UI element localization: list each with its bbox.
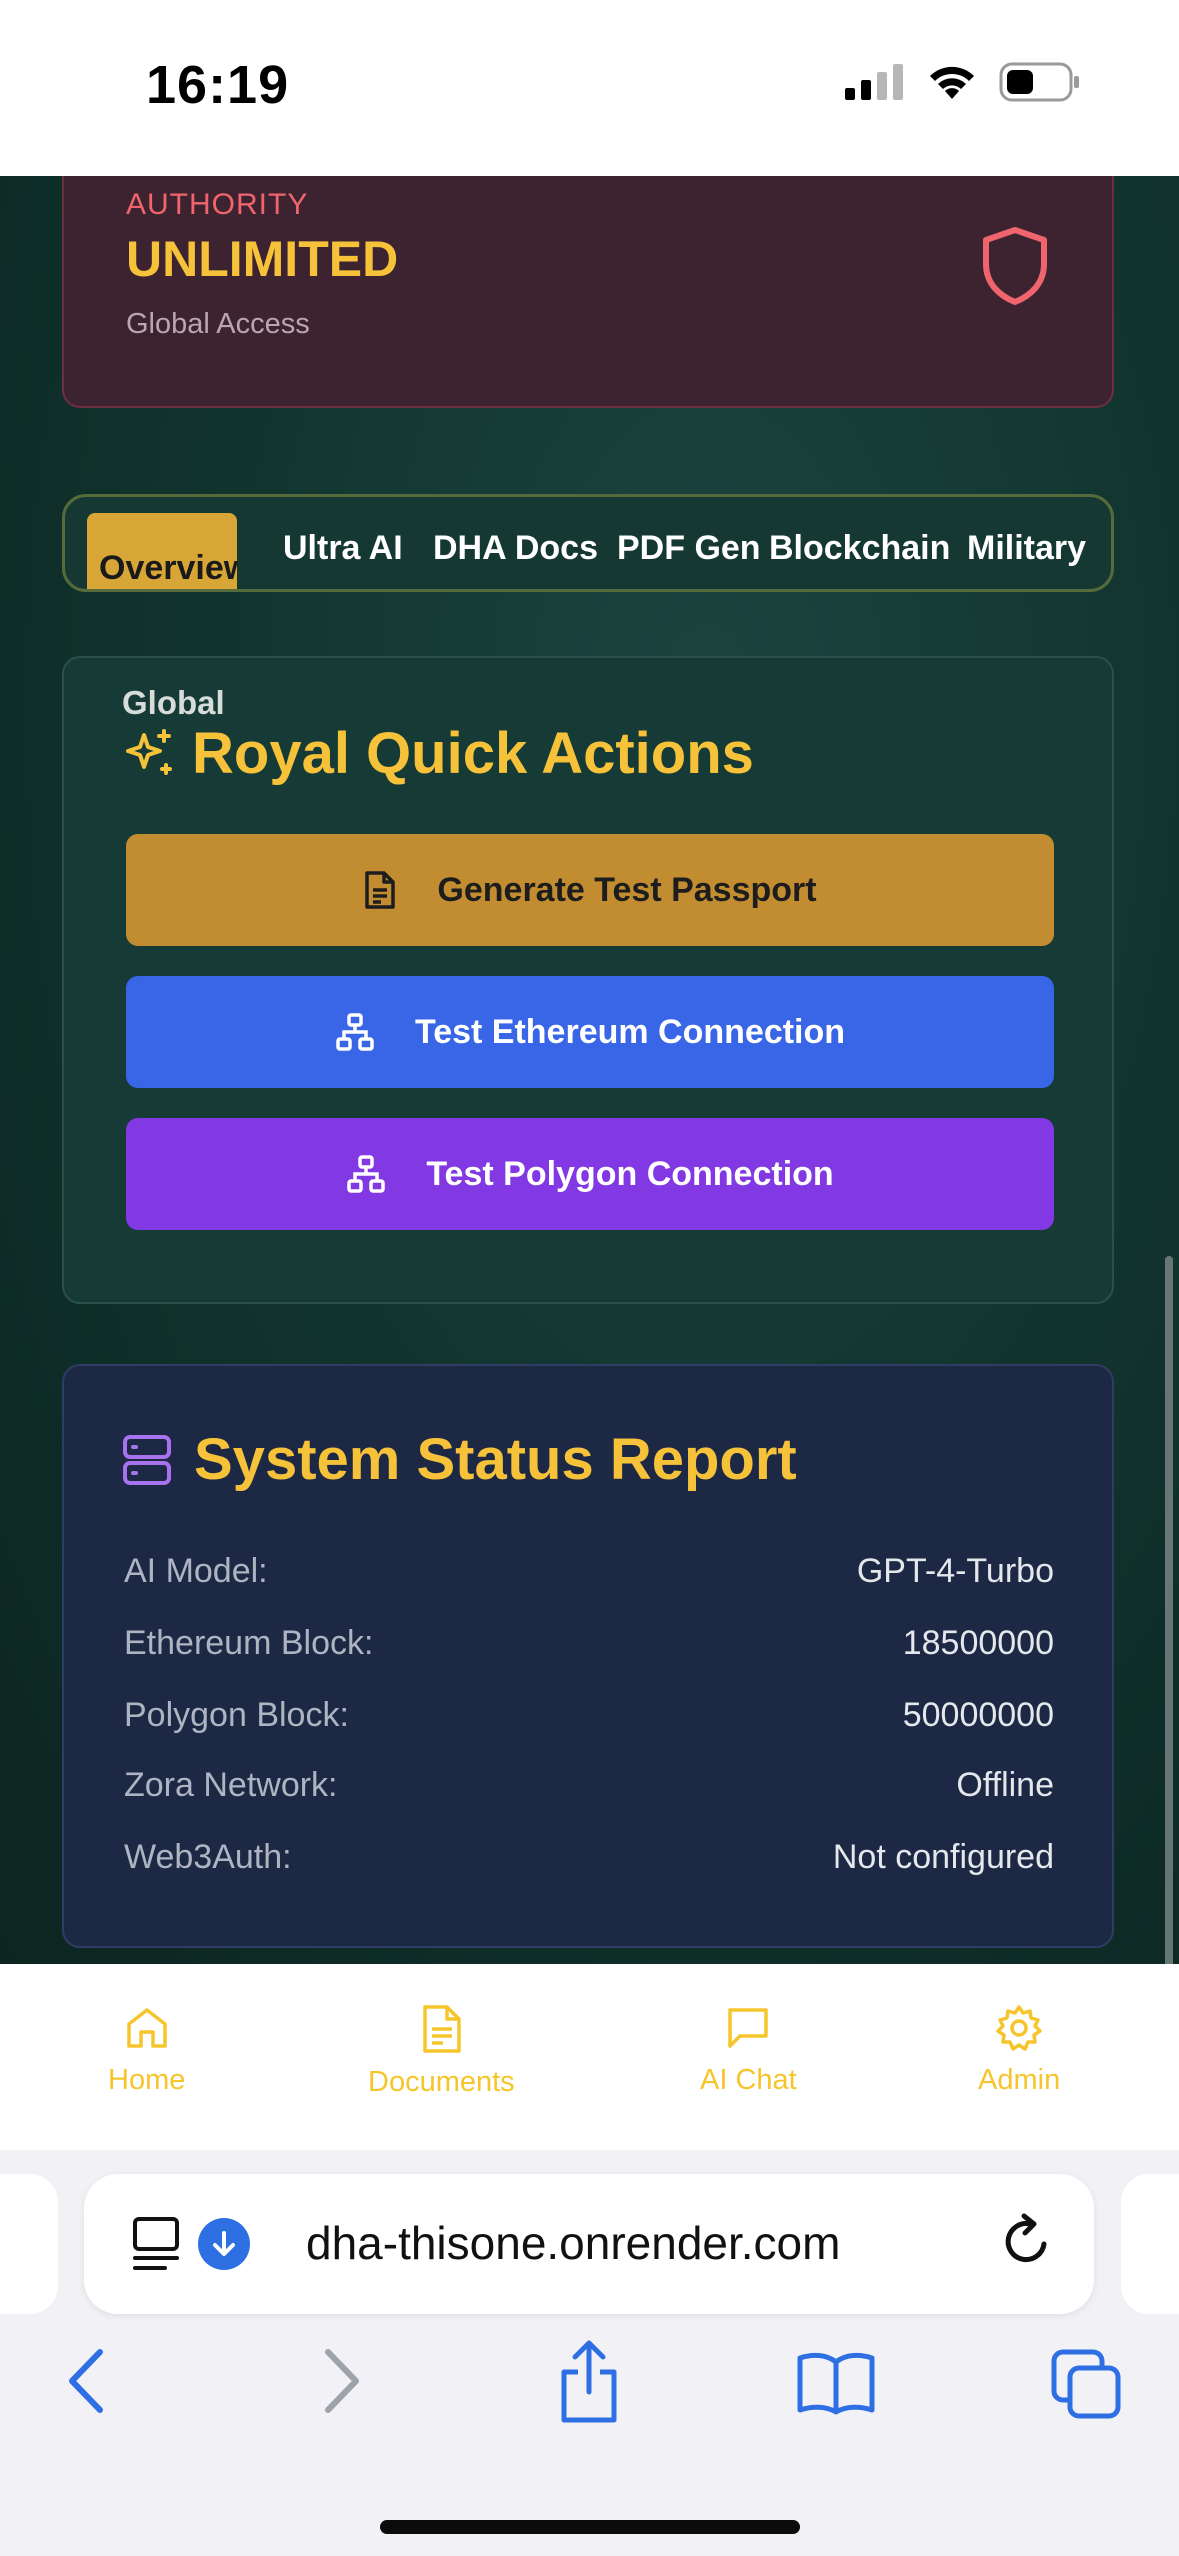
sparkles-icon	[126, 728, 172, 775]
status-value: 18500000	[902, 1624, 1054, 1662]
status-label: Ethereum Block:	[124, 1624, 374, 1662]
browser-chrome: dha-thisone.onrender.com	[0, 2150, 1179, 2556]
system-status-card: System Status Report AI Model: GPT-4-Tur…	[62, 1364, 1114, 1948]
status-value: 50000000	[902, 1696, 1054, 1734]
document-icon	[365, 871, 396, 909]
nav-home-label: Home	[108, 2064, 186, 2096]
server-icon	[123, 1434, 171, 1485]
nav-ai-chat-label: AI Chat	[700, 2064, 797, 2096]
download-icon[interactable]	[198, 2218, 250, 2270]
quick-actions-title: Royal Quick Actions	[192, 721, 754, 786]
status-value: Not configured	[832, 1838, 1054, 1876]
status-row-polygon-block: Polygon Block: 50000000	[124, 1696, 1054, 1735]
network-icon	[336, 1013, 374, 1051]
url-text[interactable]: dha-thisone.onrender.com	[306, 2216, 840, 2270]
reload-icon[interactable]	[1000, 2212, 1056, 2272]
status-row-ethereum-block: Ethereum Block: 18500000	[124, 1624, 1054, 1663]
status-time: 16:19	[146, 55, 290, 115]
status-label: AI Model:	[124, 1552, 268, 1590]
tab-dha-docs[interactable]: DHA Docs	[433, 529, 598, 568]
tab-bar[interactable]: Overview Ultra AI DHA Docs PDF Gen Block…	[62, 494, 1114, 592]
gear-icon	[996, 2005, 1042, 2051]
battery-icon	[999, 62, 1079, 102]
generate-passport-button[interactable]: Generate Test Passport	[126, 834, 1054, 946]
test-polygon-label: Test Polygon Connection	[426, 1154, 834, 1193]
nav-documents-label: Documents	[368, 2066, 515, 2098]
status-icons	[845, 62, 1081, 102]
scrollbar[interactable]	[1165, 1256, 1173, 1964]
next-tab-preview[interactable]	[1121, 2174, 1179, 2314]
home-icon	[126, 2008, 167, 2048]
tab-ultra-ai[interactable]: Ultra AI	[283, 529, 403, 568]
document-icon	[423, 2005, 462, 2053]
tab-blockchain[interactable]: Blockchain	[769, 529, 950, 568]
signal-icon	[845, 64, 903, 100]
quick-actions-heading: Royal Quick Actions	[122, 720, 754, 787]
authority-label: AUTHORITY	[126, 188, 309, 221]
status-label: Web3Auth:	[124, 1838, 292, 1876]
status-row-ai-model: AI Model: GPT-4-Turbo	[124, 1552, 1054, 1591]
system-status-title: System Status Report	[194, 1427, 797, 1492]
tabs-icon[interactable]	[1050, 2348, 1124, 2420]
share-icon[interactable]	[556, 2338, 622, 2424]
forward-icon[interactable]	[320, 2346, 364, 2416]
nav-admin-label: Admin	[978, 2064, 1061, 2096]
tab-pdf-gen[interactable]: PDF Gen	[617, 529, 761, 568]
status-row-web3auth: Web3Auth: Not configured	[124, 1838, 1054, 1877]
previous-tab-preview[interactable]	[0, 2174, 58, 2314]
quick-actions-card: Global Royal Quick Actions Generate Test…	[62, 656, 1114, 1304]
back-icon[interactable]	[64, 2346, 108, 2416]
tab-military[interactable]: Military	[967, 529, 1086, 568]
generate-passport-label: Generate Test Passport	[437, 870, 817, 909]
test-polygon-button[interactable]: Test Polygon Connection	[126, 1118, 1054, 1230]
authority-card: AUTHORITY UNLIMITED Global Access	[62, 176, 1114, 408]
shield-icon	[983, 227, 1047, 305]
nav-documents[interactable]: Documents	[368, 2004, 515, 2099]
status-label: Polygon Block:	[124, 1696, 349, 1734]
chat-icon	[728, 2008, 769, 2048]
address-bar[interactable]: dha-thisone.onrender.com	[84, 2174, 1094, 2314]
system-status-heading: System Status Report	[122, 1426, 797, 1493]
bottom-nav: Home Documents AI Chat Admin	[0, 1964, 1179, 2152]
status-bar: 16:19	[0, 0, 1179, 176]
authority-subtitle: Global Access	[126, 308, 310, 340]
network-icon	[347, 1155, 386, 1193]
authority-value: UNLIMITED	[126, 231, 399, 287]
nav-ai-chat[interactable]: AI Chat	[700, 2004, 797, 2097]
tab-overview[interactable]: Overview	[87, 513, 237, 589]
status-value: Offline	[956, 1766, 1054, 1804]
test-ethereum-label: Test Ethereum Connection	[414, 1012, 846, 1051]
status-label: Zora Network:	[124, 1766, 338, 1804]
wifi-icon	[930, 66, 974, 99]
nav-home[interactable]: Home	[108, 2004, 185, 2097]
test-ethereum-button[interactable]: Test Ethereum Connection	[126, 976, 1054, 1088]
quick-actions-overline: Global	[122, 684, 225, 721]
nav-admin[interactable]: Admin	[978, 2004, 1060, 2097]
status-row-zora-network: Zora Network: Offline	[124, 1766, 1054, 1805]
home-indicator[interactable]	[380, 2520, 800, 2534]
page-menu-icon[interactable]	[132, 2216, 182, 2272]
status-value: GPT-4-Turbo	[856, 1552, 1054, 1590]
app-content[interactable]: AUTHORITY UNLIMITED Global Access Overvi…	[0, 176, 1179, 1964]
bookmarks-icon[interactable]	[796, 2350, 876, 2416]
